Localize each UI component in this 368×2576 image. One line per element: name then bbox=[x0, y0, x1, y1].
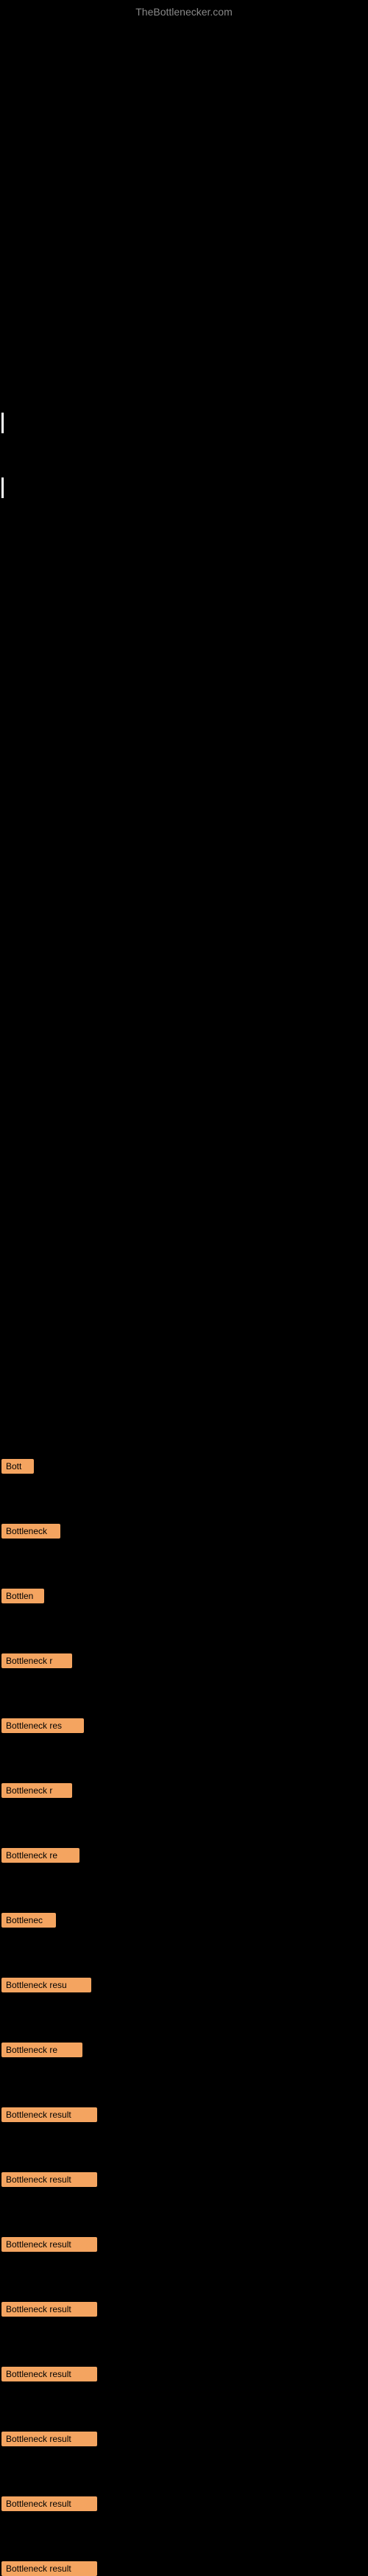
bottleneck-result-label: Bottleneck result bbox=[1, 2496, 97, 2511]
bottleneck-result-label: Bottlenec bbox=[1, 1913, 56, 1928]
bottleneck-result-label: Bottleneck bbox=[1, 1524, 60, 1539]
cursor-line-1 bbox=[1, 413, 4, 433]
bottleneck-result-label: Bottleneck result bbox=[1, 2367, 97, 2381]
bottleneck-result-label: Bottleneck resu bbox=[1, 1978, 91, 1992]
bottleneck-result-label: Bottleneck result bbox=[1, 2107, 97, 2122]
bottleneck-result-label: Bottleneck r bbox=[1, 1653, 72, 1668]
bottleneck-result-label: Bottleneck result bbox=[1, 2561, 97, 2576]
bottleneck-result-label: Bottleneck res bbox=[1, 1718, 84, 1733]
cursor-line-2 bbox=[1, 477, 4, 498]
site-title: TheBottlenecker.com bbox=[135, 6, 233, 18]
bottleneck-result-label: Bottleneck re bbox=[1, 1848, 79, 1863]
bottleneck-result-label: Bottleneck result bbox=[1, 2432, 97, 2446]
bottleneck-result-label: Bott bbox=[1, 1459, 34, 1474]
bottleneck-result-label: Bottleneck result bbox=[1, 2237, 97, 2252]
bottleneck-result-label: Bottlen bbox=[1, 1589, 44, 1603]
bottleneck-result-label: Bottleneck result bbox=[1, 2302, 97, 2317]
bottleneck-result-label: Bottleneck result bbox=[1, 2172, 97, 2187]
bottleneck-result-label: Bottleneck re bbox=[1, 2043, 82, 2057]
bottleneck-result-label: Bottleneck r bbox=[1, 1783, 72, 1798]
